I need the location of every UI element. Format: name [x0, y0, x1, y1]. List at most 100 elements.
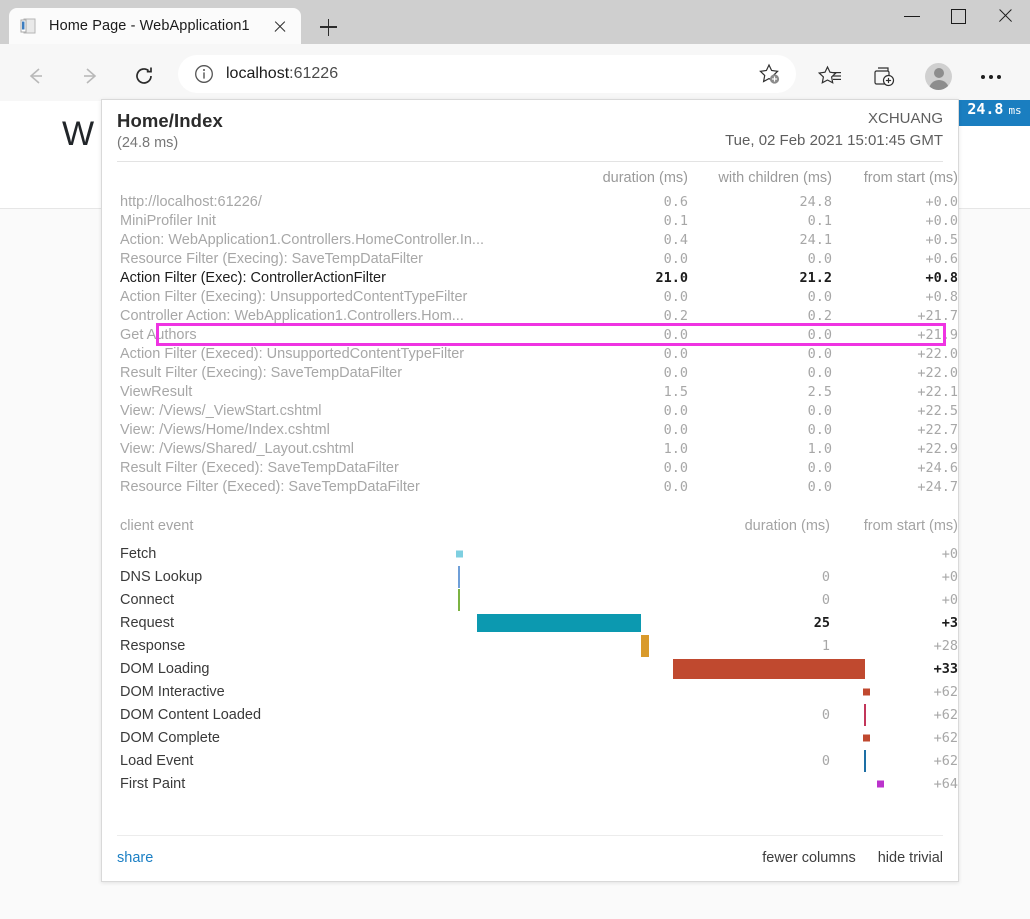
- address-text: localhost:61226: [226, 65, 756, 83]
- client-timeline-bar-cell: [274, 726, 700, 749]
- favorites-star-icon[interactable]: [810, 57, 850, 97]
- row-with-children: 0.2: [688, 306, 832, 325]
- back-arrow-icon[interactable]: [16, 57, 56, 97]
- table-row[interactable]: View: /Views/Shared/_Layout.cshtml1.01.0…: [102, 439, 958, 458]
- share-link[interactable]: share: [117, 850, 153, 866]
- table-row[interactable]: Controller Action: WebApplication1.Contr…: [102, 306, 958, 325]
- row-from-start: +0.8: [832, 287, 958, 306]
- client-timeline-bar-cell: [274, 680, 700, 703]
- row-with-children: 21.2: [688, 268, 832, 287]
- client-timeline-bar-cell: [274, 772, 700, 795]
- table-row[interactable]: Get Authors0.00.0+21.9: [102, 325, 958, 344]
- row-label: Result Filter (Execed): SaveTempDataFilt…: [102, 458, 560, 477]
- footer-actions: fewer columns hide trivial: [762, 850, 943, 866]
- client-row[interactable]: DOM Interactive+62: [102, 680, 958, 703]
- row-label: View: /Views/Shared/_Layout.cshtml: [102, 439, 560, 458]
- window-close-icon[interactable]: [982, 0, 1028, 32]
- row-duration: 0.1: [560, 211, 688, 230]
- row-duration: 0.0: [560, 458, 688, 477]
- row-label: http://localhost:61226/: [102, 192, 560, 211]
- screen: Home Page - WebApplication1 localhost:61…: [0, 0, 1030, 919]
- row-with-children: 0.1: [688, 211, 832, 230]
- row-with-children: 0.0: [688, 325, 832, 344]
- table-row[interactable]: Resource Filter (Execing): SaveTempDataF…: [102, 249, 958, 268]
- timeline-bar-bar: [673, 659, 865, 679]
- badge-value: 24.8: [967, 100, 1003, 118]
- table-row[interactable]: http://localhost:61226/0.624.8+0.0: [102, 192, 958, 211]
- row-duration: 0.0: [560, 401, 688, 420]
- timeline-bar-line: [864, 750, 866, 772]
- row-from-start: +0.8: [832, 268, 958, 287]
- client-event-label: DOM Interactive: [102, 680, 274, 703]
- table-row[interactable]: MiniProfiler Init0.10.1+0.0: [102, 211, 958, 230]
- client-row[interactable]: Request25+3: [102, 611, 958, 634]
- ellipsis-dots: [981, 75, 1001, 79]
- table-row[interactable]: Result Filter (Execing): SaveTempDataFil…: [102, 363, 958, 382]
- client-row[interactable]: First Paint+64: [102, 772, 958, 795]
- table-row[interactable]: Action Filter (Execed): UnsupportedConte…: [102, 344, 958, 363]
- table-row[interactable]: Action: WebApplication1.Controllers.Home…: [102, 230, 958, 249]
- miniprofiler-badge[interactable]: 24.8 ms: [959, 100, 1030, 126]
- row-duration: 0.0: [560, 363, 688, 382]
- client-from-start: +28: [830, 634, 958, 657]
- table-row[interactable]: Resource Filter (Execed): SaveTempDataFi…: [102, 477, 958, 496]
- client-row[interactable]: DNS Lookup0+0: [102, 565, 958, 588]
- client-from-start: +62: [830, 726, 958, 749]
- close-icon[interactable]: [269, 15, 291, 37]
- client-event-label: DNS Lookup: [102, 565, 274, 588]
- address-port: :61226: [289, 65, 338, 82]
- forward-arrow-icon[interactable]: [70, 57, 110, 97]
- client-duration: [700, 726, 830, 749]
- timeline-bar-line: [458, 589, 460, 611]
- fewer-columns-button[interactable]: fewer columns: [762, 850, 855, 866]
- row-duration: 0.4: [560, 230, 688, 249]
- row-from-start: +24.6: [832, 458, 958, 477]
- row-from-start: +0.0: [832, 211, 958, 230]
- timeline-bar-dot: [877, 780, 884, 787]
- badge-unit: ms: [1008, 104, 1021, 117]
- client-row[interactable]: Connect0+0: [102, 588, 958, 611]
- client-duration: [700, 680, 830, 703]
- profile-avatar-icon[interactable]: [918, 57, 958, 97]
- table-row[interactable]: View: /Views/Home/Index.cshtml0.00.0+22.…: [102, 420, 958, 439]
- client-row[interactable]: DOM Complete+62: [102, 726, 958, 749]
- client-event-label: Request: [102, 611, 274, 634]
- hide-trivial-button[interactable]: hide trivial: [878, 850, 943, 866]
- collections-icon[interactable]: [864, 57, 904, 97]
- table-row[interactable]: Action Filter (Execing): UnsupportedCont…: [102, 287, 958, 306]
- client-row[interactable]: DOM Content Loaded0+62: [102, 703, 958, 726]
- minimize-icon[interactable]: [890, 0, 936, 32]
- row-label: Action Filter (Exec): ControllerActionFi…: [102, 268, 560, 287]
- maximize-icon[interactable]: [936, 0, 982, 32]
- address-bar[interactable]: localhost:61226: [178, 55, 796, 93]
- table-row[interactable]: Result Filter (Execed): SaveTempDataFilt…: [102, 458, 958, 477]
- info-icon[interactable]: [192, 62, 216, 86]
- row-duration: 0.0: [560, 325, 688, 344]
- client-row[interactable]: Fetch+0: [102, 542, 958, 565]
- client-from-start: +62: [830, 703, 958, 726]
- header-divider: [117, 161, 943, 162]
- row-label: Get Authors: [102, 325, 560, 344]
- client-duration: 0: [700, 749, 830, 772]
- client-row[interactable]: Response1+28: [102, 634, 958, 657]
- new-tab-button[interactable]: [313, 13, 343, 41]
- client-row[interactable]: Load Event0+62: [102, 749, 958, 772]
- reload-icon[interactable]: [124, 57, 164, 97]
- client-timings-section: client event duration (ms) from start (m…: [102, 514, 958, 795]
- row-label: View: /Views/_ViewStart.cshtml: [102, 401, 560, 420]
- more-options-icon[interactable]: [972, 57, 1012, 97]
- table-row[interactable]: ViewResult1.52.5+22.1: [102, 382, 958, 401]
- browser-tabstrip: Home Page - WebApplication1: [0, 0, 1030, 44]
- row-from-start: +0.5: [832, 230, 958, 249]
- table-row[interactable]: Action Filter (Exec): ControllerActionFi…: [102, 268, 958, 287]
- timeline-bar-dot: [863, 688, 870, 695]
- add-favorite-icon[interactable]: [756, 61, 782, 87]
- row-with-children: 2.5: [688, 382, 832, 401]
- client-row[interactable]: DOM Loading29+33: [102, 657, 958, 680]
- client-from-start: +64: [830, 772, 958, 795]
- row-from-start: +21.9: [832, 325, 958, 344]
- browser-tab[interactable]: Home Page - WebApplication1: [9, 8, 301, 44]
- row-label: ViewResult: [102, 382, 560, 401]
- profiler-timestamp: Tue, 02 Feb 2021 15:01:45 GMT: [725, 132, 943, 149]
- table-row[interactable]: View: /Views/_ViewStart.cshtml0.00.0+22.…: [102, 401, 958, 420]
